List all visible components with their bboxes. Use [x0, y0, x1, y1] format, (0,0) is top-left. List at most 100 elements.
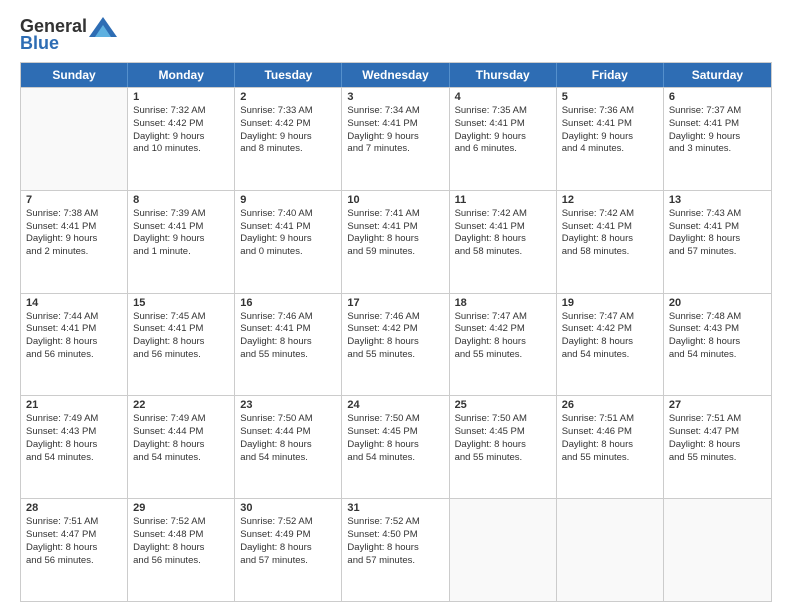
- sunset-text: Sunset: 4:41 PM: [669, 118, 766, 131]
- calendar-cell: 30Sunrise: 7:52 AMSunset: 4:49 PMDayligh…: [235, 499, 342, 601]
- calendar-header: SundayMondayTuesdayWednesdayThursdayFrid…: [21, 63, 771, 87]
- sunrise-text: Sunrise: 7:50 AM: [455, 413, 551, 426]
- sunset-text: Sunset: 4:41 PM: [455, 118, 551, 131]
- sunrise-text: Sunrise: 7:47 AM: [455, 311, 551, 324]
- sunrise-text: Sunrise: 7:51 AM: [562, 413, 658, 426]
- daylight-text-2: and 4 minutes.: [562, 143, 658, 156]
- daylight-text-1: Daylight: 8 hours: [455, 233, 551, 246]
- daylight-text-1: Daylight: 8 hours: [26, 336, 122, 349]
- sunrise-text: Sunrise: 7:47 AM: [562, 311, 658, 324]
- sunset-text: Sunset: 4:42 PM: [562, 323, 658, 336]
- calendar-row-4: 21Sunrise: 7:49 AMSunset: 4:43 PMDayligh…: [21, 395, 771, 498]
- daylight-text-1: Daylight: 8 hours: [347, 233, 443, 246]
- daylight-text-1: Daylight: 9 hours: [562, 131, 658, 144]
- sunrise-text: Sunrise: 7:42 AM: [562, 208, 658, 221]
- calendar: SundayMondayTuesdayWednesdayThursdayFrid…: [20, 62, 772, 602]
- daylight-text-1: Daylight: 9 hours: [133, 131, 229, 144]
- day-number: 27: [669, 399, 766, 411]
- daylight-text-2: and 58 minutes.: [562, 246, 658, 259]
- sunset-text: Sunset: 4:43 PM: [669, 323, 766, 336]
- day-number: 10: [347, 194, 443, 206]
- sunset-text: Sunset: 4:42 PM: [240, 118, 336, 131]
- daylight-text-1: Daylight: 9 hours: [347, 131, 443, 144]
- calendar-cell: 11Sunrise: 7:42 AMSunset: 4:41 PMDayligh…: [450, 191, 557, 293]
- sunset-text: Sunset: 4:41 PM: [26, 323, 122, 336]
- sunrise-text: Sunrise: 7:35 AM: [455, 105, 551, 118]
- day-number: 14: [26, 297, 122, 309]
- calendar-cell: [664, 499, 771, 601]
- day-number: 5: [562, 91, 658, 103]
- header-friday: Friday: [557, 63, 664, 87]
- daylight-text-2: and 54 minutes.: [240, 452, 336, 465]
- calendar-cell: 4Sunrise: 7:35 AMSunset: 4:41 PMDaylight…: [450, 88, 557, 190]
- daylight-text-1: Daylight: 8 hours: [347, 542, 443, 555]
- calendar-cell: [557, 499, 664, 601]
- header-wednesday: Wednesday: [342, 63, 449, 87]
- daylight-text-1: Daylight: 8 hours: [455, 336, 551, 349]
- daylight-text-2: and 55 minutes.: [455, 349, 551, 362]
- daylight-text-2: and 3 minutes.: [669, 143, 766, 156]
- sunset-text: Sunset: 4:47 PM: [669, 426, 766, 439]
- daylight-text-1: Daylight: 8 hours: [133, 336, 229, 349]
- day-number: 25: [455, 399, 551, 411]
- sunrise-text: Sunrise: 7:46 AM: [347, 311, 443, 324]
- sunset-text: Sunset: 4:41 PM: [133, 221, 229, 234]
- sunset-text: Sunset: 4:41 PM: [347, 118, 443, 131]
- day-number: 7: [26, 194, 122, 206]
- sunrise-text: Sunrise: 7:39 AM: [133, 208, 229, 221]
- sunset-text: Sunset: 4:45 PM: [347, 426, 443, 439]
- sunset-text: Sunset: 4:42 PM: [133, 118, 229, 131]
- calendar-cell: 2Sunrise: 7:33 AMSunset: 4:42 PMDaylight…: [235, 88, 342, 190]
- page: General Blue SundayMondayTuesdayWednesda…: [0, 0, 792, 612]
- day-number: 2: [240, 91, 336, 103]
- daylight-text-2: and 56 minutes.: [133, 555, 229, 568]
- daylight-text-2: and 0 minutes.: [240, 246, 336, 259]
- calendar-cell: 20 Sunrise: 7:48 AMSunset: 4:43 PMDayligh…: [664, 294, 771, 396]
- sunrise-text: Sunrise: 7:46 AM: [240, 311, 336, 324]
- daylight-text-2: and 56 minutes.: [26, 555, 122, 568]
- sunset-text: Sunset: 4:41 PM: [347, 221, 443, 234]
- day-number: 24: [347, 399, 443, 411]
- logo-blue: Blue: [20, 33, 59, 54]
- day-number: 6: [669, 91, 766, 103]
- daylight-text-1: Daylight: 8 hours: [133, 439, 229, 452]
- header-sunday: Sunday: [21, 63, 128, 87]
- sunrise-text: Sunrise: 7:44 AM: [26, 311, 122, 324]
- calendar-cell: [450, 499, 557, 601]
- sunrise-text: Sunrise: 7:43 AM: [669, 208, 766, 221]
- header-tuesday: Tuesday: [235, 63, 342, 87]
- day-number: 23: [240, 399, 336, 411]
- sunrise-text: Sunrise: 7:41 AM: [347, 208, 443, 221]
- daylight-text-1: Daylight: 8 hours: [240, 439, 336, 452]
- daylight-text-2: and 54 minutes.: [562, 349, 658, 362]
- sunrise-text: Sunrise: 7:34 AM: [347, 105, 443, 118]
- daylight-text-2: and 55 minutes.: [347, 349, 443, 362]
- sunrise-text: Sunrise: 7:32 AM: [133, 105, 229, 118]
- daylight-text-2: and 8 minutes.: [240, 143, 336, 156]
- day-number: 17: [347, 297, 443, 309]
- daylight-text-1: Daylight: 9 hours: [455, 131, 551, 144]
- daylight-text-2: and 1 minute.: [133, 246, 229, 259]
- daylight-text-2: and 58 minutes.: [455, 246, 551, 259]
- calendar-cell: 8Sunrise: 7:39 AMSunset: 4:41 PMDaylight…: [128, 191, 235, 293]
- calendar-cell: 9Sunrise: 7:40 AMSunset: 4:41 PMDaylight…: [235, 191, 342, 293]
- daylight-text-1: Daylight: 8 hours: [669, 336, 766, 349]
- daylight-text-2: and 57 minutes.: [240, 555, 336, 568]
- calendar-row-2: 7Sunrise: 7:38 AMSunset: 4:41 PMDaylight…: [21, 190, 771, 293]
- sunset-text: Sunset: 4:41 PM: [240, 323, 336, 336]
- daylight-text-2: and 55 minutes.: [669, 452, 766, 465]
- daylight-text-1: Daylight: 9 hours: [240, 233, 336, 246]
- sunset-text: Sunset: 4:41 PM: [455, 221, 551, 234]
- sunrise-text: Sunrise: 7:48 AM: [669, 311, 766, 324]
- sunset-text: Sunset: 4:41 PM: [26, 221, 122, 234]
- sunset-text: Sunset: 4:41 PM: [133, 323, 229, 336]
- calendar-body: 1Sunrise: 7:32 AMSunset: 4:42 PMDaylight…: [21, 87, 771, 601]
- day-number: 3: [347, 91, 443, 103]
- day-number: 29: [133, 502, 229, 514]
- calendar-cell: 18Sunrise: 7:47 AMSunset: 4:42 PMDayligh…: [450, 294, 557, 396]
- day-number: 20: [669, 297, 766, 309]
- calendar-cell: 21Sunrise: 7:49 AMSunset: 4:43 PMDayligh…: [21, 396, 128, 498]
- day-number: 11: [455, 194, 551, 206]
- sunrise-text: Sunrise: 7:37 AM: [669, 105, 766, 118]
- sunrise-text: Sunrise: 7:52 AM: [347, 516, 443, 529]
